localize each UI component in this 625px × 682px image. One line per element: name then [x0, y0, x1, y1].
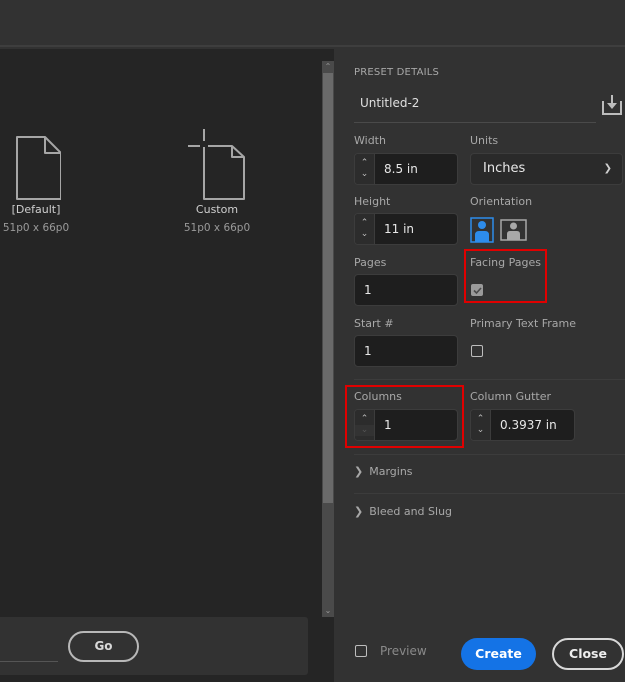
create-button[interactable]: Create — [461, 638, 536, 670]
gallery-scrollbar[interactable]: ⌃ ⌄ — [322, 61, 334, 617]
custom-document-icon — [188, 129, 245, 200]
increment-icon[interactable]: ⌃ — [477, 414, 485, 425]
pages-label: Pages — [354, 256, 387, 269]
close-button[interactable]: Close — [552, 638, 624, 670]
preview-toggle[interactable]: Preview — [355, 644, 427, 658]
chevron-right-icon: ❯ — [354, 505, 364, 518]
units-dropdown[interactable]: Inches ❯ — [470, 153, 623, 185]
bleed-slug-section-toggle[interactable]: ❯ Bleed and Slug — [354, 505, 452, 518]
preset-size: 51p0 x 66p0 — [183, 222, 251, 234]
new-document-dialog: [Default] 51p0 x 66p0 Custom 51p0 x 66p0… — [0, 0, 625, 682]
width-label: Width — [354, 134, 386, 147]
pages-field[interactable]: 1 — [354, 274, 458, 306]
preview-label: Preview — [380, 644, 427, 658]
section-title: PRESET DETAILS — [354, 67, 440, 78]
scroll-up-icon[interactable]: ⌃ — [322, 61, 334, 73]
primary-text-frame-label: Primary Text Frame — [470, 317, 577, 330]
preset-name: [Default] — [11, 203, 61, 216]
height-value[interactable]: 11 in — [375, 214, 457, 244]
section-divider — [354, 454, 625, 455]
units-label: Units — [470, 134, 499, 147]
height-label: Height — [354, 195, 391, 208]
width-stepper[interactable]: ⌃ ⌄ — [355, 154, 375, 184]
column-gutter-field[interactable]: ⌃ ⌄ 0.3937 in — [470, 409, 575, 441]
orientation-label: Orientation — [470, 195, 533, 208]
columns-highlight — [345, 385, 464, 448]
decrement-icon[interactable]: ⌄ — [477, 425, 485, 436]
scrollbar-thumb[interactable] — [323, 73, 333, 503]
chevron-right-icon: ❯ — [354, 465, 364, 478]
dialog-header-bar — [0, 0, 625, 47]
preset-details-panel: PRESET DETAILS Untitled-2 Width ⌃ ⌄ 8.5 … — [334, 47, 625, 682]
start-number-label: Start # — [354, 317, 394, 330]
preset-size: 51p0 x 66p0 — [2, 222, 70, 234]
search-input[interactable] — [0, 661, 58, 662]
scroll-down-icon[interactable]: ⌄ — [322, 605, 334, 617]
width-field[interactable]: ⌃ ⌄ 8.5 in — [354, 153, 458, 185]
chevron-down-icon: ❯ — [603, 163, 612, 174]
landscape-orientation-icon[interactable] — [500, 219, 527, 241]
blank-document-icon — [16, 136, 61, 200]
facing-pages-highlight — [464, 249, 547, 303]
primary-text-frame-checkbox[interactable] — [471, 345, 483, 357]
preset-gallery: [Default] 51p0 x 66p0 Custom 51p0 x 66p0 — [0, 49, 334, 682]
margins-label: Margins — [369, 465, 413, 478]
height-field[interactable]: ⌃ ⌄ 11 in — [354, 213, 458, 245]
increment-icon[interactable]: ⌃ — [361, 158, 369, 169]
column-gutter-value[interactable]: 0.3937 in — [491, 410, 574, 440]
decrement-icon[interactable]: ⌄ — [361, 169, 369, 180]
height-stepper[interactable]: ⌃ ⌄ — [355, 214, 375, 244]
go-button[interactable]: Go — [68, 631, 139, 662]
preset-custom[interactable]: Custom 51p0 x 66p0 — [157, 129, 277, 234]
increment-icon[interactable]: ⌃ — [361, 218, 369, 229]
margins-section-toggle[interactable]: ❯ Margins — [354, 465, 413, 478]
units-value: Inches — [483, 161, 526, 176]
bleed-slug-label: Bleed and Slug — [369, 505, 453, 518]
preset-name: Custom — [195, 203, 239, 216]
decrement-icon[interactable]: ⌄ — [361, 229, 369, 240]
section-divider — [354, 493, 625, 494]
template-search-bar: Go — [0, 617, 308, 675]
section-divider — [354, 379, 625, 380]
document-name-field[interactable]: Untitled-2 — [354, 90, 596, 123]
column-gutter-label: Column Gutter — [470, 390, 552, 403]
portrait-orientation-icon[interactable] — [470, 217, 494, 243]
width-value[interactable]: 8.5 in — [375, 154, 457, 184]
start-number-field[interactable]: 1 — [354, 335, 458, 367]
preview-checkbox[interactable] — [355, 645, 367, 657]
save-preset-icon[interactable] — [600, 94, 624, 116]
preset-default[interactable]: [Default] 51p0 x 66p0 — [0, 133, 96, 234]
column-gutter-stepper[interactable]: ⌃ ⌄ — [471, 410, 491, 440]
